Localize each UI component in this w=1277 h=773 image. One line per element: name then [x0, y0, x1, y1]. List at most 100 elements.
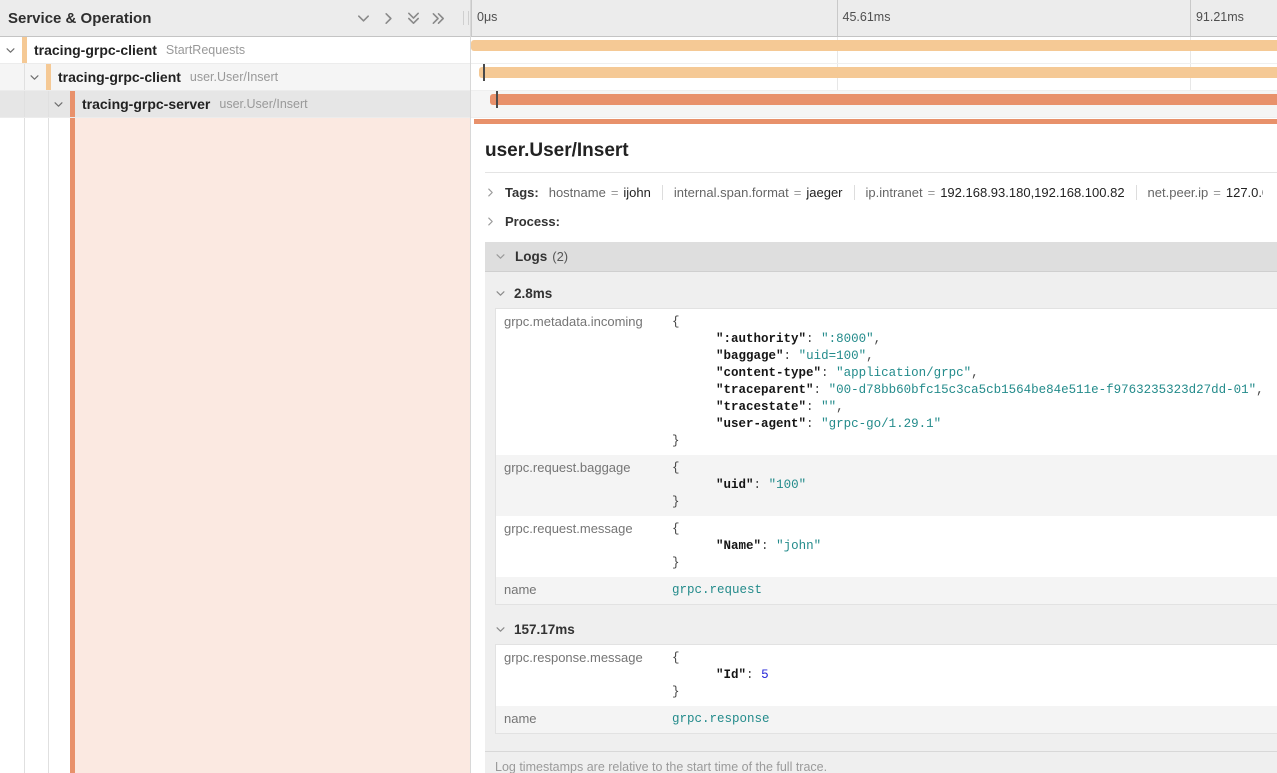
tags-summary-row[interactable]: Tags: hostnameijohninternal.span.formatj… — [485, 173, 1263, 205]
span-duration-bar[interactable] — [471, 40, 1277, 51]
span-names-column: Service & Operation tracing-grpc-clientS… — [0, 0, 470, 773]
indent-guide — [24, 91, 25, 117]
tag-key: ip.intranet — [866, 185, 923, 200]
span-tree: tracing-grpc-clientStartRequeststracing-… — [0, 37, 470, 118]
json-value: application/grpc — [836, 366, 971, 380]
indent-guide — [24, 64, 25, 90]
span-log-marker — [483, 64, 485, 81]
tag-key: net.peer.ip — [1148, 185, 1209, 200]
timeline-span-row[interactable] — [471, 64, 1277, 91]
json-value: grpc-go/1.29.1 — [821, 417, 941, 431]
json-colon — [806, 417, 821, 431]
chevron-down-icon[interactable] — [29, 72, 40, 83]
json-colon — [806, 332, 821, 346]
tag-value: ijohn — [623, 185, 650, 200]
key-value-row: grpc.metadata.incoming:authority:8000bag… — [496, 309, 1277, 455]
chevron-down-icon[interactable] — [53, 99, 64, 110]
span-row[interactable]: tracing-grpc-serveruser.User/Insert — [0, 91, 470, 118]
json-key: baggage — [716, 349, 784, 363]
json-value: :8000 — [821, 332, 874, 346]
json-colon — [806, 400, 821, 414]
span-row[interactable]: tracing-grpc-client user.User/Insert — [0, 64, 470, 91]
chevron-right-icon[interactable] — [485, 187, 496, 198]
chevron-down-icon[interactable] — [5, 45, 16, 56]
logs-body: 2.8ms grpc.metadata.incoming:authority:80… — [485, 272, 1277, 773]
expand-all-icon[interactable] — [430, 10, 446, 26]
service-name: tracing-grpc-client — [58, 69, 181, 85]
span-detail-title: user.User/Insert — [485, 140, 1263, 162]
json-line: uid100 — [672, 477, 1277, 494]
tags-label: Tags: — [505, 185, 539, 200]
json-colon — [746, 668, 761, 682]
operation-name: StartRequests — [166, 43, 245, 57]
log-entry-header[interactable]: 2.8ms — [495, 286, 1277, 301]
log-entry: 2.8ms grpc.metadata.incoming:authority:80… — [495, 286, 1277, 605]
json-line: user-agent grpc-go/1.29.1 — [672, 416, 1277, 433]
tags-list: hostnameijohninternal.span.formatjaegeri… — [549, 185, 1263, 200]
tag-key: hostname — [549, 185, 606, 200]
field-value: :authority:8000baggageuid=100content-typ… — [672, 309, 1277, 455]
json-line — [672, 494, 1277, 511]
span-color-bar — [70, 91, 75, 117]
span-list-header: Service & Operation — [0, 0, 470, 37]
logs-section: Logs (2) 2.8ms grpc.metadata.incoming:aut… — [485, 242, 1277, 773]
field-value: Name john — [672, 516, 1277, 577]
span-duration-bar[interactable] — [490, 94, 1277, 105]
span-duration-bar[interactable] — [479, 67, 1277, 78]
json-key: Name — [716, 539, 761, 553]
field-key: grpc.request.message — [496, 516, 672, 577]
json-key: user-agent — [716, 417, 806, 431]
chevron-down-icon[interactable] — [495, 288, 506, 299]
json-comma — [874, 332, 882, 346]
timeline-span-row[interactable] — [471, 37, 1277, 64]
span-log-marker — [496, 91, 498, 108]
collapse-all-icon[interactable] — [405, 10, 421, 26]
json-colon — [821, 366, 836, 380]
logs-header[interactable]: Logs (2) — [485, 242, 1277, 272]
json-key: content-type — [716, 366, 821, 380]
field-plain-value: grpc.response — [672, 712, 770, 726]
expand-one-icon[interactable] — [380, 10, 396, 26]
json-value — [821, 400, 836, 414]
json-line — [672, 684, 1277, 701]
log-fields-table: grpc.metadata.incoming:authority:8000bag… — [495, 308, 1277, 605]
timeline-tick-label: 45.61ms — [843, 10, 891, 24]
span-row[interactable]: tracing-grpc-clientStartRequests — [0, 37, 470, 64]
json-key: Id — [716, 668, 746, 682]
json-value: john — [776, 539, 821, 553]
json-key: traceparent — [716, 383, 814, 397]
field-key: grpc.metadata.incoming — [496, 309, 672, 455]
collapse-one-icon[interactable] — [355, 10, 371, 26]
span-color-bar — [22, 37, 27, 63]
process-label: Process: — [505, 214, 560, 229]
logs-label: Logs — [515, 249, 547, 264]
chevron-down-icon[interactable] — [495, 624, 506, 635]
json-comma — [1256, 383, 1264, 397]
chevron-right-icon[interactable] — [485, 216, 496, 227]
json-line — [672, 460, 1277, 477]
json-colon — [754, 478, 769, 492]
service-operation-title: Service & Operation — [8, 10, 151, 27]
log-timestamp: 2.8ms — [514, 286, 552, 301]
json-line: baggage uid=100 — [672, 348, 1277, 365]
equals-sign — [611, 185, 619, 200]
column-resize-handle[interactable] — [463, 11, 469, 25]
operation-name: user.User/Insert — [190, 70, 278, 84]
span-detail-panel: user.User/Insert Tags: hostnameijohninte… — [471, 118, 1277, 773]
span-color-bar — [46, 64, 51, 90]
log-entry-header[interactable]: 157.17ms — [495, 622, 1277, 637]
timeline-span-row[interactable] — [471, 91, 1277, 118]
span-row-label: tracing-grpc-clientStartRequests — [34, 37, 245, 63]
tag-value: jaeger — [806, 185, 842, 200]
json-value: 100 — [769, 478, 807, 492]
tag-separator — [854, 185, 855, 200]
process-summary-row[interactable]: Process: — [485, 205, 1263, 233]
timeline-header: 0μs45.61ms91.21ms — [471, 0, 1277, 37]
tree-controls — [355, 10, 446, 26]
json-line: traceparent00-d78bb60bfc15c3ca5cb1564be8… — [672, 382, 1277, 399]
timeline-tick-line — [1190, 0, 1191, 36]
json-value: uid=100 — [799, 349, 867, 363]
chevron-down-icon[interactable] — [495, 251, 506, 262]
key-value-row: grpc.request.message Name john — [496, 516, 1277, 577]
indent-guide — [48, 118, 49, 773]
